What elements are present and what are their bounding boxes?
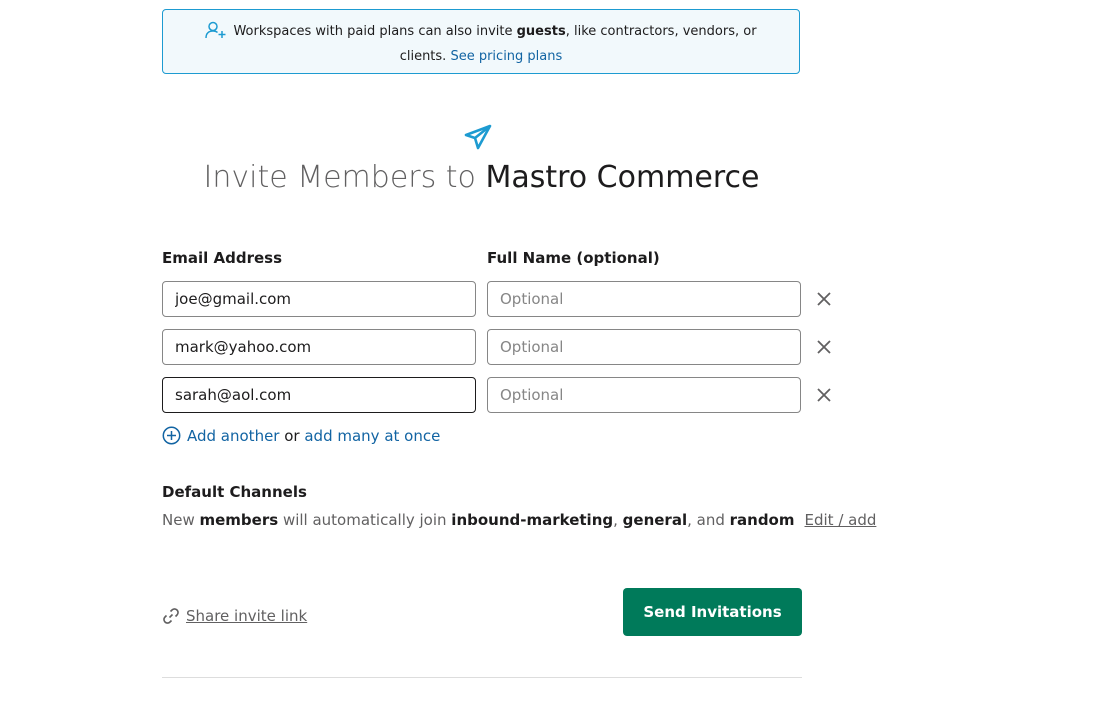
link-icon [162, 607, 180, 630]
workspace-name: Mastro Commerce [485, 160, 760, 195]
add-many-link[interactable]: add many at once [304, 427, 440, 445]
add-row-controls: Add another or add many at once [162, 426, 440, 450]
dc-text-new: New [162, 511, 200, 529]
divider [162, 677, 802, 678]
pricing-plans-link[interactable]: See pricing plans [450, 49, 562, 64]
dc-sep-1: , [613, 511, 623, 529]
share-invite-link-label[interactable]: Share invite link [186, 607, 307, 625]
guest-info-banner: Workspaces with paid plans can also invi… [162, 9, 800, 74]
paper-plane-icon [464, 124, 492, 154]
email-input-2[interactable] [162, 329, 476, 365]
dc-members: members [199, 511, 279, 529]
page-title: Invite Members to Mastro Commerce [0, 158, 963, 198]
dc-sep-2: , and [687, 511, 730, 529]
remove-row-1-icon[interactable] [815, 290, 833, 308]
banner-text: Workspaces with paid plans can also invi… [233, 24, 517, 39]
banner-guests: guests [516, 24, 566, 39]
name-input-1[interactable] [487, 281, 801, 317]
name-input-2[interactable] [487, 329, 801, 365]
dc-text-join: will automatically join [278, 511, 452, 529]
name-column-label: Full Name (optional) [487, 249, 660, 267]
email-column-label: Email Address [162, 249, 283, 267]
share-invite-link[interactable]: Share invite link [162, 606, 307, 630]
remove-row-2-icon[interactable] [815, 338, 833, 356]
add-another-link[interactable]: Add another [187, 427, 279, 445]
plus-circle-icon[interactable] [162, 426, 181, 450]
title-prefix: Invite Members to [203, 160, 486, 195]
email-input-3[interactable] [162, 377, 476, 413]
name-input-3[interactable] [487, 377, 801, 413]
send-invitations-button[interactable]: Send Invitations [623, 588, 802, 636]
add-user-icon [205, 21, 227, 46]
channel-random: random [729, 511, 795, 529]
remove-row-3-icon[interactable] [815, 386, 833, 404]
channel-general: general [622, 511, 688, 529]
email-input-1[interactable] [162, 281, 476, 317]
default-channels-description: New members will automatically join inbo… [162, 510, 876, 530]
default-channels-title: Default Channels [162, 483, 307, 501]
edit-channels-link[interactable]: Edit / add [805, 511, 877, 529]
channel-inbound-marketing: inbound-marketing [451, 511, 614, 529]
or-text: or [279, 427, 305, 445]
